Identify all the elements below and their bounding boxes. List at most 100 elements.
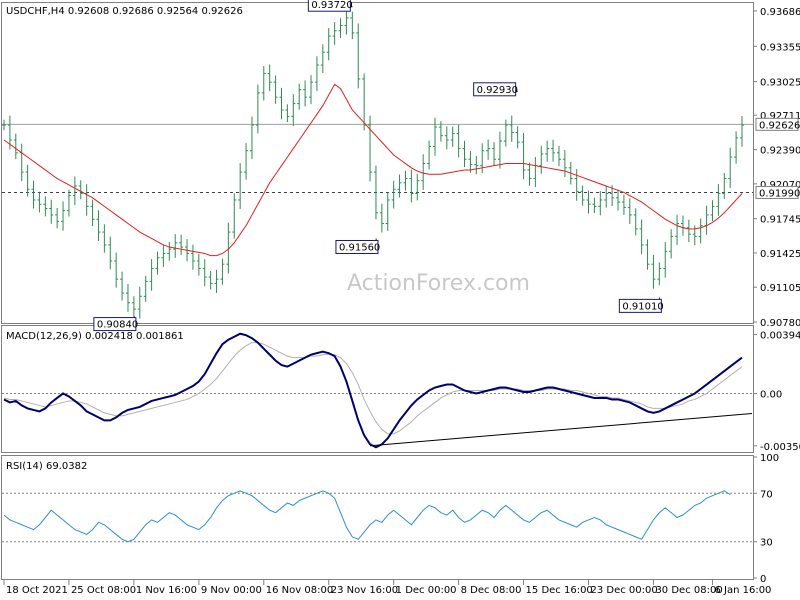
macd-trendline (370, 413, 753, 447)
price-axis-label: 0.93025 (760, 78, 800, 89)
price-panel-title: USDCHF,H4 0.92608 0.92686 0.92564 0.9262… (6, 6, 243, 17)
price-bar (208, 270, 213, 290)
price-bar (179, 234, 184, 256)
time-axis-label: 1 Dec 00:00 (396, 585, 457, 596)
price-axis-label: 0.91425 (760, 249, 800, 260)
price-bar (285, 104, 290, 123)
price-bar (680, 215, 685, 236)
rsi-axis-label: 70 (760, 489, 773, 500)
price-bar (356, 23, 361, 89)
price-bar (415, 173, 420, 201)
macd-axis-label: -0.003506 (760, 442, 800, 453)
price-bar (456, 124, 461, 158)
support-marker-text: 0.91990 (759, 188, 800, 199)
time-axis-label: 9 Nov 00:00 (201, 585, 262, 596)
price-bar (368, 115, 373, 182)
price-bar (297, 83, 302, 110)
time-axis-label: 30 Dec 08:00 (655, 585, 722, 596)
price-bar (651, 254, 656, 289)
price-bar (521, 132, 526, 180)
price-bar (657, 262, 662, 286)
time-axis-label: 1 Nov 16:00 (136, 585, 197, 596)
price-bar (740, 115, 744, 147)
price-bar (551, 139, 556, 162)
price-bar (663, 242, 668, 278)
price-bar (492, 142, 497, 166)
price-bar (149, 259, 154, 291)
price-bar (574, 169, 579, 201)
price-bar (25, 164, 30, 197)
price-bar (244, 143, 249, 180)
price-bar (202, 259, 207, 287)
price-bar (326, 28, 331, 61)
price-bar (108, 236, 113, 270)
price-bar (2, 119, 6, 131)
price-bar (61, 201, 66, 231)
price-bar (155, 251, 160, 275)
rsi-axis-label: 100 (760, 453, 779, 464)
price-bar (432, 117, 437, 156)
price-bar (391, 180, 396, 209)
price-bar (279, 87, 284, 120)
time-axis-label: 8 Dec 08:00 (461, 585, 522, 596)
price-bar (309, 75, 314, 105)
price-bar (503, 119, 508, 147)
price-bar (161, 244, 166, 267)
price-axis-label: 0.93686 (760, 7, 800, 18)
price-bar (716, 184, 721, 216)
swing-label-text: 0.92930 (477, 85, 518, 96)
price-bar (474, 156, 479, 175)
moving-average-line (3, 83, 743, 257)
price-bar (190, 244, 195, 270)
price-bar (19, 143, 24, 182)
rsi-axis-label: 30 (760, 538, 773, 549)
price-bar (698, 218, 703, 244)
price-bar (728, 147, 733, 188)
price-bar (722, 172, 727, 200)
price-bar (84, 184, 89, 216)
forex-chart: 0.93720 0.92930 0.91560 0.90840 0.91010 0.93… (1, 0, 800, 596)
time-axis-label: 23 Dec 00:00 (590, 585, 657, 596)
time-axis-label: 6 Jan 16:00 (714, 585, 771, 596)
price-bar (562, 150, 567, 178)
macd-signal-line (3, 342, 743, 435)
price-bar (403, 170, 408, 191)
price-bar (645, 239, 650, 270)
price-bar (350, 11, 355, 40)
price-bar (49, 199, 54, 224)
price-bar (320, 44, 325, 73)
price-bar (639, 219, 644, 255)
price-bar (43, 196, 48, 217)
price-bar (486, 139, 491, 160)
price-bar (480, 143, 485, 174)
macd-panel-frame (1, 325, 754, 453)
price-bar (533, 157, 538, 188)
price-bar (125, 284, 130, 312)
price-bar (66, 189, 71, 217)
price-bar (167, 242, 172, 261)
price-bar (515, 126, 520, 149)
price-bar (586, 190, 591, 214)
price-bar (120, 271, 125, 301)
swing-label-text: 0.91010 (622, 301, 663, 312)
time-axis-label: 16 Nov 08:00 (266, 585, 333, 596)
swing-label-text: 0.93720 (311, 0, 352, 11)
price-bar (232, 193, 237, 239)
price-axis-label: 0.90780 (760, 318, 800, 329)
rsi-panel-frame (1, 455, 754, 580)
price-bar (261, 65, 266, 101)
price-bar (143, 275, 148, 302)
price-bar (220, 258, 225, 285)
price-bar (580, 185, 585, 206)
current-price-marker-text: 0.92626 (759, 120, 800, 131)
price-bar (78, 180, 83, 200)
price-bar (556, 145, 561, 167)
swing-label-text: 0.90840 (97, 320, 138, 331)
price-bar (114, 252, 119, 288)
price-bar (338, 18, 343, 39)
price-bar (131, 296, 136, 316)
rsi-layer (2, 490, 753, 543)
time-axis-label: 18 Oct 2021 (6, 585, 68, 596)
rsi-axis-label: 0 (760, 574, 766, 585)
price-axis-label: 0.92390 (760, 146, 800, 157)
